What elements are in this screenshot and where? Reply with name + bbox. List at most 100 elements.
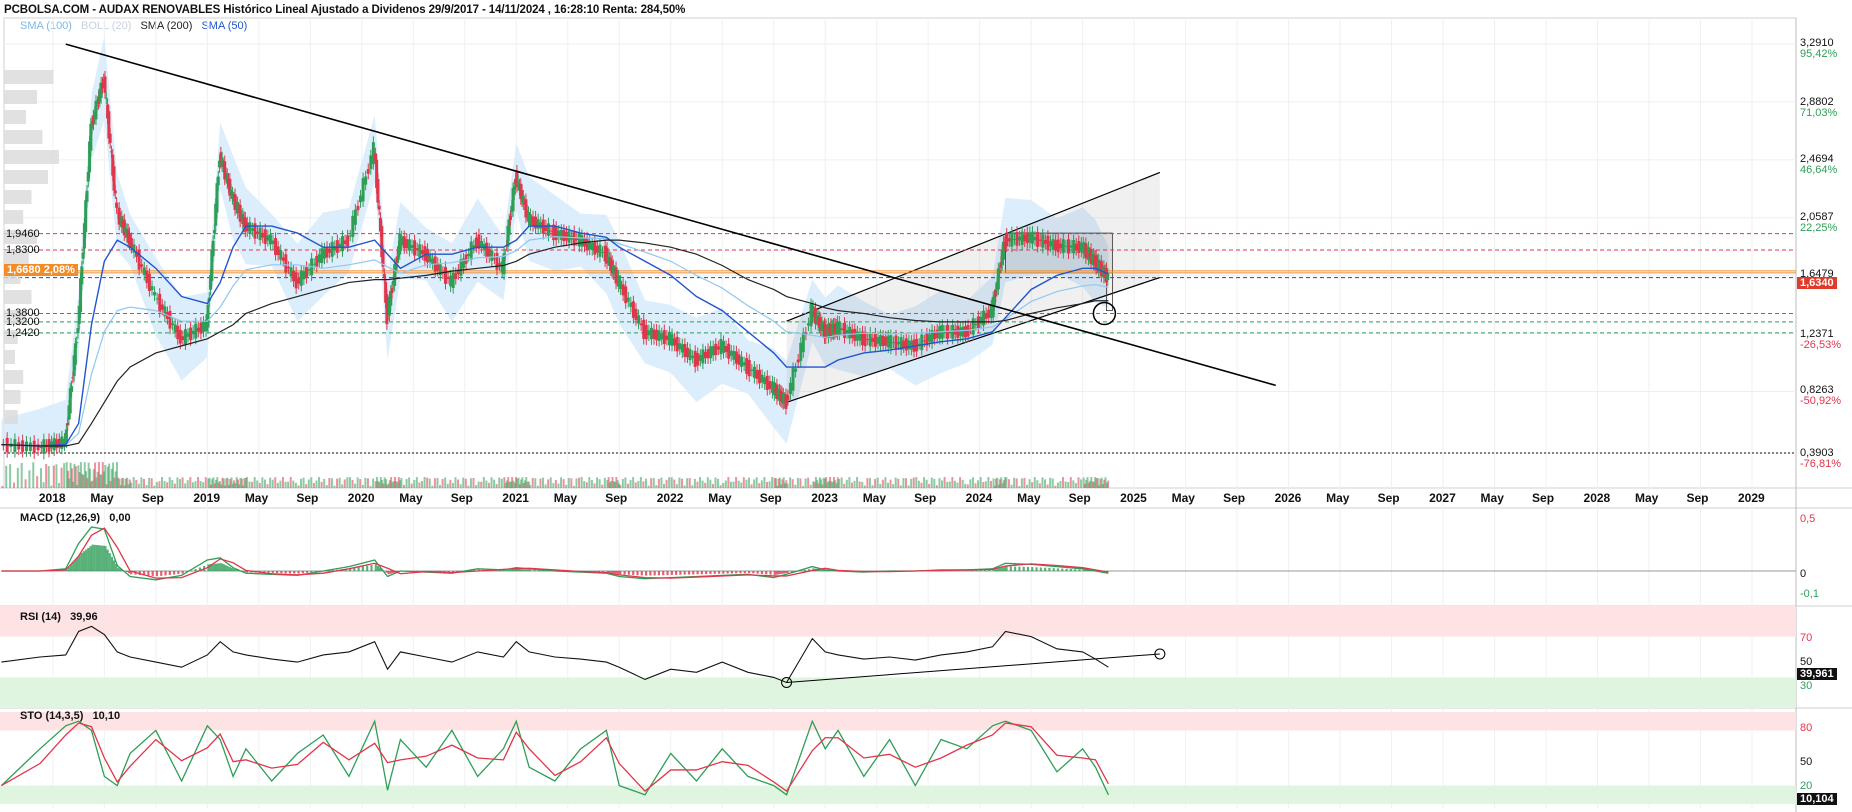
- volume-bar: [475, 485, 478, 488]
- volume-bar: [439, 485, 442, 488]
- volume-bar: [284, 481, 287, 488]
- volume-bar: [130, 482, 133, 488]
- volume-bar: [845, 479, 848, 488]
- volume-bar: [444, 477, 447, 488]
- date-tick-label: 2020: [347, 491, 375, 505]
- candle-body: [879, 335, 883, 347]
- date-tick-label: 2028: [1583, 491, 1611, 505]
- candle-body: [662, 330, 666, 344]
- volume-bar: [1026, 484, 1029, 488]
- volume-bar: [477, 481, 480, 488]
- volume-bar: [923, 477, 926, 488]
- volume-profile-bar: [4, 290, 32, 304]
- volume-bar: [804, 478, 807, 488]
- macd-histogram-bar: [100, 545, 103, 571]
- volume-bar: [1067, 481, 1070, 488]
- volume-bar: [168, 477, 171, 488]
- volume-bar: [158, 481, 161, 488]
- volume-bar: [915, 477, 918, 488]
- volume-bar: [346, 477, 349, 488]
- pct-tick: 71,03%: [1800, 107, 1838, 119]
- candle-body: [709, 346, 713, 359]
- volume-bar: [928, 483, 931, 488]
- candle-body: [982, 310, 986, 326]
- macd-histogram-bar: [85, 549, 88, 571]
- candle-body: [564, 231, 568, 241]
- volume-bar: [179, 479, 182, 488]
- candle-body: [552, 224, 556, 241]
- volume-bar: [142, 478, 145, 488]
- bollinger-band: [1, 36, 1109, 446]
- candle-body: [655, 329, 659, 341]
- candle-body: [1072, 240, 1076, 254]
- volume-bar: [315, 480, 318, 488]
- date-tick-label: May: [1171, 491, 1195, 505]
- candle-body: [958, 327, 962, 337]
- volume-bar: [848, 477, 851, 488]
- volume-bar: [318, 477, 321, 488]
- date-tick-label: May: [90, 491, 114, 505]
- candle-body: [799, 342, 803, 361]
- volume-bar: [794, 484, 797, 488]
- candle-body: [155, 298, 159, 300]
- candle-body: [886, 335, 890, 348]
- volume-bar: [28, 470, 31, 488]
- volume-bar: [467, 485, 470, 488]
- macd-histogram-bar: [91, 544, 94, 571]
- macd-histogram-bar: [670, 571, 673, 575]
- macd-histogram-bar: [640, 571, 643, 576]
- candle-body: [1010, 232, 1014, 247]
- candle-body: [889, 335, 893, 349]
- candle-body: [346, 235, 350, 247]
- volume-bar: [150, 478, 153, 488]
- volume-bar: [624, 477, 627, 488]
- volume-bar: [1038, 483, 1041, 488]
- volume-bar: [402, 484, 405, 488]
- volume-bar: [253, 477, 256, 488]
- macd-histogram-bar: [1009, 566, 1012, 571]
- volume-bar: [536, 485, 539, 488]
- volume-bar: [971, 477, 974, 488]
- macd-histogram-bar: [102, 545, 105, 571]
- macd-histogram-bar: [284, 571, 287, 574]
- candle-body: [528, 214, 532, 226]
- volume-bar: [1018, 485, 1021, 488]
- macd-histogram-bar: [675, 571, 678, 575]
- macd-histogram-bar: [147, 571, 150, 576]
- candle-body: [299, 270, 303, 286]
- macd-histogram-bar: [224, 565, 227, 571]
- candle-body: [747, 360, 751, 377]
- candle-body: [446, 277, 450, 279]
- candle-body: [601, 251, 605, 253]
- macd-histogram-bar: [760, 571, 764, 574]
- candle-body: [562, 229, 566, 242]
- candle-body: [1066, 239, 1070, 254]
- volume-bar: [969, 479, 972, 488]
- volume-bar: [287, 481, 290, 488]
- macd-histogram-bar: [1013, 566, 1017, 571]
- volume-bar: [639, 477, 642, 488]
- date-tick-label: 2025: [1120, 491, 1147, 505]
- volume-bar: [984, 481, 987, 488]
- candle-body: [701, 349, 705, 364]
- candle-body: [415, 248, 419, 251]
- volume-bar: [740, 482, 743, 488]
- volume-profile-bar: [4, 350, 15, 364]
- volume-bar: [531, 477, 534, 488]
- macd-histogram-bar: [735, 571, 738, 574]
- candle-body: [271, 240, 275, 245]
- macd-histogram-bar: [524, 569, 528, 571]
- volume-bar: [590, 480, 593, 488]
- macd-histogram-bar: [683, 571, 686, 575]
- candle-body: [1033, 236, 1037, 241]
- candle-body: [39, 447, 43, 449]
- volume-bar: [459, 484, 462, 488]
- candle-body: [904, 338, 908, 351]
- volume-bar: [554, 479, 557, 488]
- candle-body: [330, 241, 334, 257]
- candle-body: [624, 286, 628, 304]
- macd-histogram-bar: [1056, 568, 1060, 571]
- candle-body: [580, 235, 584, 247]
- candle-body: [1023, 234, 1027, 242]
- macd-histogram-bar: [168, 571, 171, 575]
